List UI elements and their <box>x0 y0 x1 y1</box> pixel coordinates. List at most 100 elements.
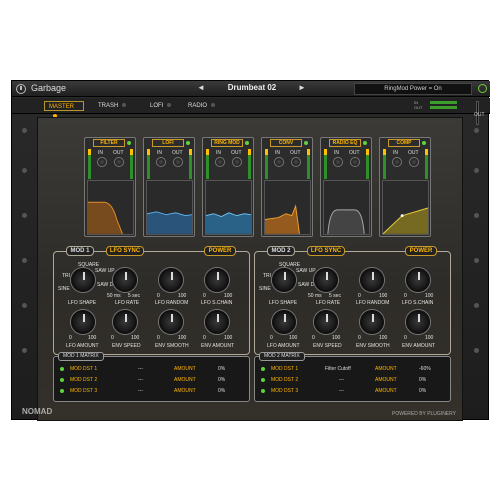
env-amount-knob[interactable] <box>205 310 229 334</box>
fx-name[interactable]: CONV <box>270 139 302 147</box>
filter-response-graph[interactable] <box>87 180 134 235</box>
fx-name[interactable]: RING MOD <box>211 139 243 147</box>
led-icon[interactable] <box>363 141 367 145</box>
out-label: OUT <box>172 150 183 156</box>
lfo-amount-knob[interactable] <box>71 310 95 334</box>
lfo-random-knob[interactable] <box>360 268 384 292</box>
screw-icon <box>474 258 479 263</box>
output-knob[interactable] <box>114 157 124 167</box>
lfo-amount-label: LFO AMOUNT <box>267 343 300 349</box>
tab-master[interactable]: MASTER <box>44 101 84 119</box>
tab-lofi[interactable]: LOFI <box>146 101 186 111</box>
mod-1-title[interactable]: MOD 1 <box>66 246 94 256</box>
output-knob[interactable] <box>350 157 360 167</box>
led-icon[interactable] <box>127 141 131 145</box>
output-knob[interactable] <box>173 157 183 167</box>
lfo-sync-button[interactable]: LFO SYNC <box>106 246 144 256</box>
env-smooth-knob[interactable] <box>360 310 384 334</box>
fx-ring-mod: RING MOD IN OUT <box>202 137 254 237</box>
amount-value[interactable]: -60% <box>419 366 431 372</box>
led-icon[interactable] <box>186 141 190 145</box>
mod-target[interactable]: --- <box>339 377 344 383</box>
conv-graph[interactable] <box>264 180 311 235</box>
output-knob[interactable] <box>409 157 419 167</box>
output-knob[interactable] <box>291 157 301 167</box>
radio-eq-graph[interactable] <box>323 180 370 235</box>
tab-radio[interactable]: RADIO <box>184 101 224 111</box>
led-icon[interactable] <box>60 389 64 393</box>
input-knob[interactable] <box>156 157 166 167</box>
matrix-row[interactable]: MOD DST 2 --- AMOUNT 0% <box>58 376 246 384</box>
lfo-rate-knob[interactable] <box>113 268 137 292</box>
power-icon[interactable] <box>478 84 487 93</box>
mod-2-title[interactable]: MOD 2 <box>267 246 295 256</box>
lfo-schain-knob[interactable] <box>205 268 229 292</box>
env-speed-knob[interactable] <box>314 310 338 334</box>
lfo-sync-button[interactable]: LFO SYNC <box>307 246 345 256</box>
meter-out-label: OUT <box>414 105 423 110</box>
matrix-row[interactable]: MOD DST 3 --- AMOUNT 0% <box>58 387 246 395</box>
amount-value[interactable]: 0% <box>419 377 426 383</box>
fx-name[interactable]: LOFI <box>152 139 184 147</box>
random-min-label: 0 <box>157 293 160 299</box>
fx-name[interactable]: RADIO EQ <box>329 139 361 147</box>
lfo-rate-knob[interactable] <box>314 268 338 292</box>
input-meter <box>265 149 268 179</box>
amount-value[interactable]: 0% <box>419 388 426 394</box>
mod-target[interactable]: Filter Cutoff <box>325 366 351 372</box>
env-amount-knob[interactable] <box>406 310 430 334</box>
led-icon[interactable] <box>60 378 64 382</box>
led-icon[interactable] <box>422 141 426 145</box>
input-meter <box>88 149 91 179</box>
next-preset-icon[interactable]: ► <box>298 83 306 92</box>
matrix-row[interactable]: MOD DST 1 Filter Cutoff AMOUNT -60% <box>259 365 447 373</box>
amount-value[interactable]: 0% <box>218 366 225 372</box>
preset-name[interactable]: Drumbeat 02 <box>212 83 292 92</box>
led-icon[interactable] <box>245 141 249 145</box>
input-knob[interactable] <box>97 157 107 167</box>
lfo-schain-knob[interactable] <box>406 268 430 292</box>
power-button[interactable]: POWER <box>405 246 437 256</box>
matrix-row[interactable]: MOD DST 2 --- AMOUNT 0% <box>259 376 447 384</box>
prev-preset-icon[interactable]: ◄ <box>197 83 205 92</box>
input-meter <box>206 149 209 179</box>
led-icon[interactable] <box>261 389 265 393</box>
comp-graph[interactable] <box>382 180 429 235</box>
lfo-random-knob[interactable] <box>159 268 183 292</box>
lfo-shape-knob[interactable] <box>71 268 95 292</box>
matrix-row[interactable]: MOD DST 3 --- AMOUNT 0% <box>259 387 447 395</box>
input-knob[interactable] <box>274 157 284 167</box>
led-icon[interactable] <box>261 378 265 382</box>
in-label: IN <box>157 150 162 156</box>
input-knob[interactable] <box>392 157 402 167</box>
output-label: OUT <box>474 112 485 118</box>
matrix-row[interactable]: MOD DST 1 --- AMOUNT 0% <box>58 365 246 373</box>
input-knob[interactable] <box>333 157 343 167</box>
fx-name[interactable]: FILTER <box>93 139 125 147</box>
fx-name[interactable]: COMP <box>388 139 420 147</box>
power-logo-icon[interactable] <box>16 84 26 94</box>
led-icon[interactable] <box>261 367 265 371</box>
lfo-shape-knob[interactable] <box>272 268 296 292</box>
output-knob[interactable] <box>232 157 242 167</box>
amount-value[interactable]: 0% <box>218 377 225 383</box>
lfo-amount-knob[interactable] <box>272 310 296 334</box>
amount-max-label: 100 <box>289 335 298 341</box>
tab-trash[interactable]: TRASH <box>94 101 134 111</box>
led-icon[interactable] <box>304 141 308 145</box>
ring-mod-graph[interactable] <box>205 180 252 235</box>
env-smooth-knob[interactable] <box>159 310 183 334</box>
mod-target[interactable]: --- <box>138 377 143 383</box>
mod-2-panel: MOD 2 LFO SYNC POWER SQUARE SAW UP TRI S… <box>254 246 451 355</box>
mod-target[interactable]: --- <box>138 366 143 372</box>
mod-target[interactable]: --- <box>339 388 344 394</box>
led-icon[interactable] <box>60 367 64 371</box>
lfo-random-label: LFO RANDOM <box>356 300 390 306</box>
mod-target[interactable]: --- <box>138 388 143 394</box>
power-button[interactable]: POWER <box>204 246 236 256</box>
lofi-graph[interactable] <box>146 180 193 235</box>
smooth-max-label: 100 <box>379 335 388 341</box>
env-speed-knob[interactable] <box>113 310 137 334</box>
input-knob[interactable] <box>215 157 225 167</box>
amount-value[interactable]: 0% <box>218 388 225 394</box>
